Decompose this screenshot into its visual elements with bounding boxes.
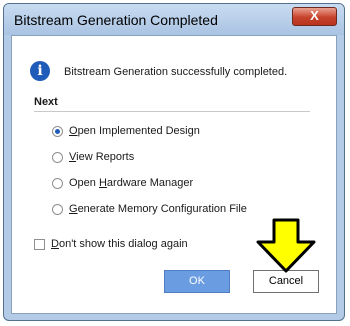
next-section-label: Next	[34, 96, 58, 108]
radio-view-reports[interactable]: View Reports	[52, 149, 134, 165]
close-button[interactable]: X	[292, 7, 337, 26]
radio-button[interactable]	[52, 203, 63, 215]
radio-open-implemented-design[interactable]: Open Implemented Design	[52, 123, 200, 139]
yellow-down-arrow-icon	[256, 218, 316, 273]
radio-label: Open Implemented Design	[69, 125, 200, 137]
radio-label: Generate Memory Configuration File	[69, 203, 247, 215]
radio-label: Open Hardware Manager	[69, 177, 194, 189]
radio-open-hardware-manager[interactable]: Open Hardware Manager	[52, 175, 193, 191]
title-bar[interactable]: Bitstream Generation Completed X	[4, 4, 344, 35]
section-divider	[34, 111, 310, 112]
status-message: Bitstream Generation successfully comple…	[64, 66, 288, 78]
radio-label: View Reports	[69, 151, 135, 163]
dont-show-again-checkbox[interactable]: Don't show this dialog again	[34, 236, 188, 252]
dialog-title: Bitstream Generation Completed	[14, 12, 218, 28]
radio-generate-memory-configuration-file[interactable]: Generate Memory Configuration File	[52, 201, 247, 217]
radio-button[interactable]	[52, 177, 63, 189]
info-icon: i	[30, 61, 50, 81]
radio-button-selected[interactable]	[52, 125, 63, 137]
radio-button[interactable]	[52, 151, 63, 163]
checkbox-label: Don't show this dialog again	[51, 238, 188, 250]
close-icon: X	[310, 8, 319, 23]
ok-button[interactable]: OK	[164, 270, 230, 293]
checkbox[interactable]	[34, 238, 45, 250]
